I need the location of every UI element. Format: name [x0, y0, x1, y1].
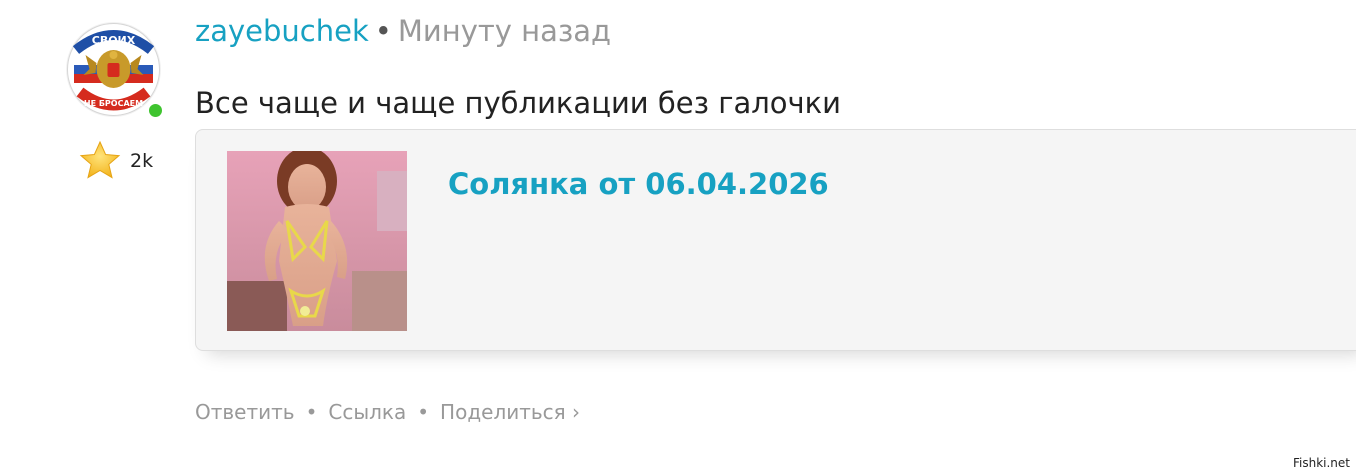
comment-actions: Ответить • Ссылка • Поделиться › [195, 400, 580, 424]
avatar-badge-bottom: НЕ БРОСАЕМ [84, 99, 143, 108]
share-link[interactable]: Поделиться › [440, 400, 580, 424]
link-preview-card[interactable]: Солянка от 06.04.2026 [195, 129, 1356, 351]
avatar-emblem-icon: СВОИХ НЕ БРОСАЕМ [67, 23, 160, 116]
avatar[interactable]: СВОИХ НЕ БРОСАЕМ [66, 22, 161, 117]
actions-separator: • [417, 400, 430, 424]
permalink-link[interactable]: Ссылка [328, 400, 406, 424]
avatar-badge-top: СВОИХ [92, 34, 136, 47]
rating-value: 2k [130, 150, 154, 172]
post-time[interactable]: Минуту назад [398, 14, 611, 48]
post-header: zayebuchek • Минуту назад [195, 14, 611, 48]
reply-link[interactable]: Ответить [195, 400, 295, 424]
actions-separator: • [305, 400, 318, 424]
star-icon [79, 140, 121, 179]
header-separator: • [374, 14, 392, 48]
username-link[interactable]: zayebuchek [195, 14, 369, 48]
preview-photo [227, 151, 407, 331]
comment-text: Все чаще и чаще публикации без галочки [195, 86, 842, 120]
site-watermark: Fishki.net [1292, 456, 1350, 470]
online-status-dot [147, 102, 164, 119]
user-rating: 2k [78, 140, 153, 182]
preview-thumbnail[interactable] [227, 151, 407, 331]
preview-title-link[interactable]: Солянка от 06.04.2026 [448, 167, 829, 201]
